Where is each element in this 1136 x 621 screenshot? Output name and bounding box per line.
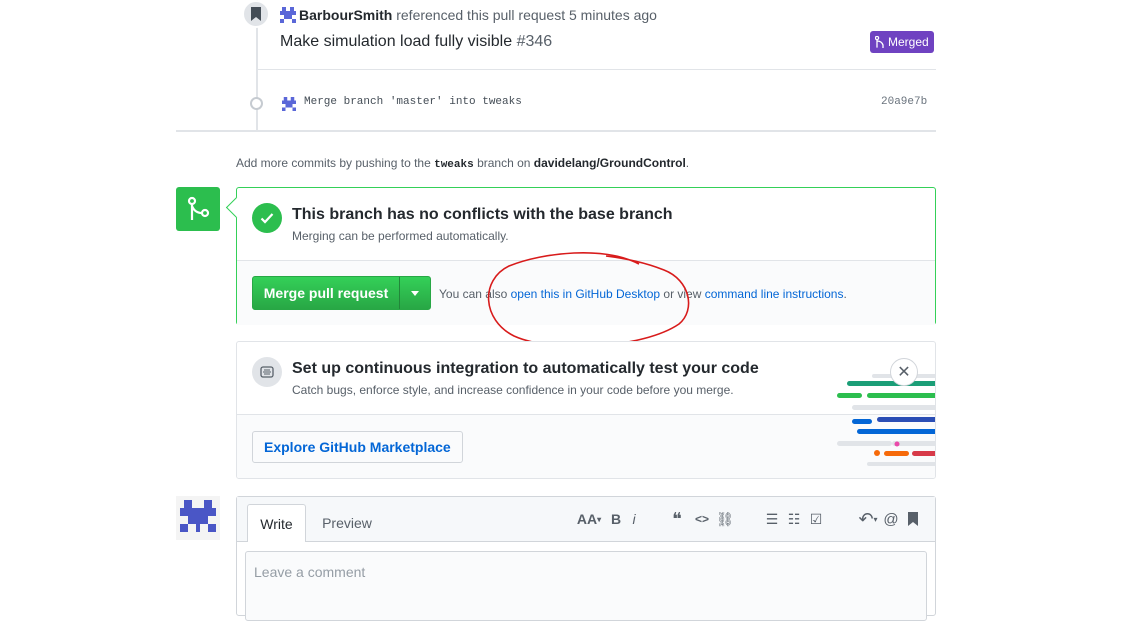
explore-marketplace-button[interactable]: Explore GitHub Marketplace [252,431,463,463]
merge-icon [875,35,884,48]
mention-icon[interactable]: @ [883,510,899,528]
repo-name: davidelang/GroundControl [533,156,686,170]
branch-name: tweaks [434,159,474,171]
merged-badge: Merged [870,31,934,53]
add-commits-suffix: . [685,156,690,170]
close-icon[interactable]: ✕ [890,358,918,386]
reply-glyph: ↶ [858,508,874,529]
ci-promo-box: Set up continuous integration to automat… [236,341,936,479]
header-text-label: AA [576,511,598,527]
task-list-icon[interactable]: ☑ [808,510,824,528]
merged-label: Merged [888,35,929,49]
tab-preview[interactable]: Preview [313,504,381,541]
check-icon [252,203,282,233]
ci-title: Set up continuous integration to automat… [292,360,759,377]
caret-down-icon: ▾ [597,514,602,524]
reference-event: BarbourSmith referenced this pull reques… [280,7,657,23]
divider [258,69,936,70]
unordered-list-icon[interactable]: ☰ [764,510,780,528]
ref-pr-number[interactable]: #346 [517,33,553,50]
merge-pull-request-button[interactable]: Merge pull request [253,277,400,309]
bookmark-icon [242,0,270,28]
header-text-icon[interactable]: AA ▾ [575,510,603,528]
user-avatar-icon[interactable] [280,7,296,23]
bold-icon[interactable]: B [609,510,623,528]
commit-sha[interactable]: 20a9e7b [881,96,927,108]
ci-illustration [837,374,935,466]
ref-pr-title-text[interactable]: Make simulation load fully visible [280,33,512,50]
comment-tabs-bar: Write Preview AA ▾ B i ❝ <> ⛓ ☰ ☷ ☑ ↶ ▾ @ [237,497,935,542]
commit-author-avatar-icon[interactable] [282,97,296,111]
current-user-avatar[interactable] [176,496,220,540]
command-line-link[interactable]: command line instructions [705,287,844,301]
comment-form: Write Preview AA ▾ B i ❝ <> ⛓ ☰ ☷ ☑ ↶ ▾ @ … [236,496,936,621]
merge-status-subtitle: Merging can be performed automatically. [292,229,509,243]
caret-down-icon: ▾ [873,514,878,524]
commit-message[interactable]: Merge branch 'master' into tweaks [304,96,522,108]
caret-down-icon [411,290,419,296]
tab-write[interactable]: Write [247,504,306,542]
add-commits-prefix: Add more commits by pushing to the [236,156,431,170]
ref-time[interactable]: 5 minutes ago [569,7,657,23]
ref-text: referenced this pull request [396,7,566,23]
also-suffix: . [843,287,847,301]
red-annotation-circle [487,252,690,348]
merge-method-dropdown[interactable] [400,277,430,309]
cpu-icon [252,357,282,387]
add-commits-hint: Add more commits by pushing to the tweak… [236,156,689,171]
saved-replies-icon[interactable] [906,510,920,528]
link-icon[interactable]: ⛓ [716,510,734,528]
comment-textarea[interactable]: Leave a comment [245,551,927,621]
ci-subtitle: Catch bugs, enforce style, and increase … [292,383,734,397]
quote-icon[interactable]: ❝ [669,509,685,529]
ref-pr-title[interactable]: Make simulation load fully visible #346 [280,33,552,51]
ref-user-link[interactable]: BarbourSmith [299,7,392,23]
code-icon[interactable]: <> [694,510,710,528]
merge-button-group: Merge pull request [252,276,431,310]
git-merge-icon [176,187,220,231]
add-commits-middle: branch on [477,156,531,170]
commit-node-icon [250,97,263,110]
merge-status-title: This branch has no conflicts with the ba… [292,206,673,223]
ordered-list-icon[interactable]: ☷ [786,510,802,528]
merge-box-caret [225,196,248,219]
timeline-end-divider [176,130,936,132]
reply-icon[interactable]: ↶ ▾ [857,508,879,529]
italic-icon[interactable]: i [629,510,639,528]
